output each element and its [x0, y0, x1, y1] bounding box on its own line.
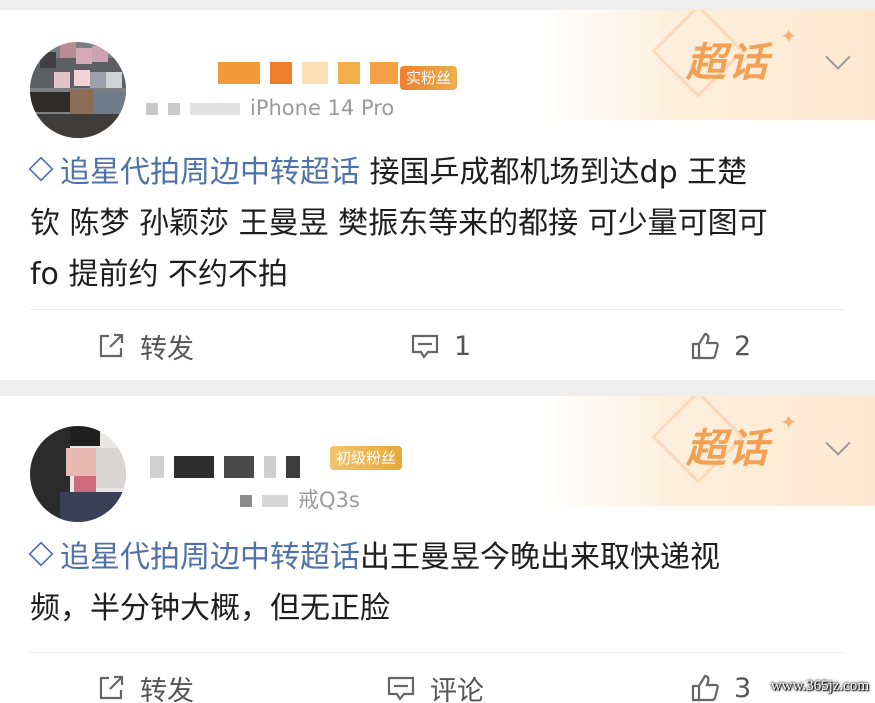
avatar[interactable] — [30, 42, 126, 138]
sparkle-icon: ✦ — [780, 24, 797, 48]
timestamp-redacted — [168, 103, 180, 115]
post-text-line: 频，半分钟大概，但无正脸 — [30, 591, 390, 626]
repost-label: 转发 — [140, 675, 194, 703]
like-count: 3 — [734, 672, 752, 703]
repost-button[interactable]: 转发 — [96, 326, 194, 366]
fan-badge: 实粉丝 — [400, 66, 458, 90]
sparkle-icon: ✦ — [780, 410, 797, 434]
thumbs-up-icon — [691, 332, 719, 360]
comment-icon — [411, 334, 439, 359]
post-body[interactable]: 追星代拍周边中转超话 接国乒成都机场到达dp 王楚 钦 陈梦 孙颖莎 王曼昱 樊… — [28, 147, 845, 300]
divider — [30, 309, 845, 310]
comment-count: 1 — [454, 330, 472, 362]
share-icon — [99, 333, 124, 358]
post-meta: 戒Q3s — [240, 484, 360, 514]
fan-badge: 初级粉丝 — [330, 446, 403, 470]
like-button[interactable]: 2 — [690, 326, 751, 366]
super-topic-icon — [28, 541, 54, 567]
weibo-feed: 超话 ✦ 实粉丝 iPhone 14 Pro 追星代拍周边中转超话 接国乒成都机… — [0, 0, 875, 703]
timestamp-redacted — [146, 103, 158, 115]
device-source: iPhone 14 Pro — [250, 96, 395, 120]
post-text-line: 接国乒成都机场到达dp 王楚 — [360, 155, 748, 190]
username[interactable] — [218, 62, 408, 88]
post-text-line: fo 提前约 不约不拍 — [30, 257, 288, 292]
topic-link[interactable]: 追星代拍周边中转超话 — [28, 540, 360, 575]
post-card[interactable]: 超话 ✦ 实粉丝 iPhone 14 Pro 追星代拍周边中转超话 接国乒成都机… — [0, 10, 875, 380]
share-icon — [99, 675, 124, 700]
post-body[interactable]: 追星代拍周边中转超话出王曼昱今晚出来取快递视 频，半分钟大概，但无正脸 — [28, 532, 845, 634]
comment-icon — [387, 676, 415, 701]
repost-label: 转发 — [140, 333, 194, 365]
avatar[interactable] — [30, 426, 126, 522]
comment-button[interactable]: 评论 — [386, 668, 484, 703]
like-button[interactable]: 3 — [690, 668, 751, 703]
timestamp-redacted — [262, 495, 288, 507]
username[interactable] — [150, 456, 310, 482]
post-text-line: 钦 陈梦 孙颖莎 王曼昱 樊振东等来的都接 可少量可图可 — [30, 206, 768, 241]
comment-label: 评论 — [430, 675, 484, 703]
topic-link-text: 追星代拍周边中转超话 — [60, 540, 360, 575]
divider — [30, 652, 845, 653]
super-topic-badge[interactable]: 超话 — [686, 416, 770, 474]
repost-button[interactable]: 转发 — [96, 668, 194, 703]
device-source: 戒Q3s — [298, 488, 360, 512]
post-meta: iPhone 14 Pro — [146, 96, 394, 120]
timestamp-redacted — [190, 103, 240, 115]
comment-button[interactable]: 1 — [410, 326, 471, 366]
timestamp-redacted — [240, 495, 252, 507]
topic-link-text: 追星代拍周边中转超话 — [60, 155, 360, 190]
super-topic-icon — [28, 156, 54, 182]
topic-link[interactable]: 追星代拍周边中转超话 — [28, 155, 360, 190]
super-topic-badge[interactable]: 超话 — [686, 30, 770, 88]
site-watermark: www.365jz.com — [770, 678, 869, 694]
post-card[interactable]: 超话 ✦ 初级粉丝 戒Q3s 追星代拍周边中转超话出王曼昱今晚出来取快递视 频，… — [0, 396, 875, 703]
thumbs-up-icon — [691, 674, 719, 702]
like-count: 2 — [734, 330, 752, 362]
post-text-line: 出王曼昱今晚出来取快递视 — [360, 540, 720, 575]
